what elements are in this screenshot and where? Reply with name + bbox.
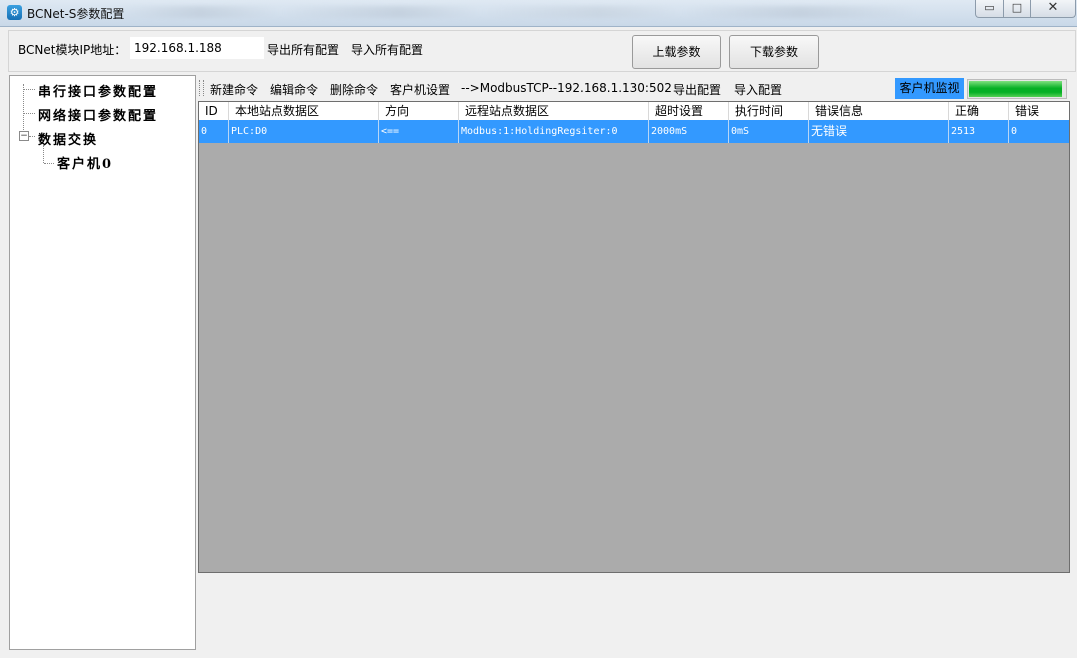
maximize-button[interactable]: □ bbox=[1003, 0, 1031, 18]
edit-command-button[interactable]: 编辑命令 bbox=[270, 81, 318, 98]
tree-connector bbox=[24, 89, 35, 90]
cell-remote-area: Modbus:1:HoldingRegsiter:0 bbox=[459, 120, 649, 143]
new-command-button[interactable]: 新建命令 bbox=[210, 81, 258, 98]
cell-id: 0 bbox=[199, 120, 229, 143]
close-button[interactable]: ✕ bbox=[1030, 0, 1076, 18]
tree-item-data-exchange[interactable]: 数据交换 bbox=[38, 129, 98, 148]
column-header-timeout[interactable]: 超时设置 bbox=[649, 102, 729, 120]
column-header-local-area[interactable]: 本地站点数据区 bbox=[229, 102, 379, 120]
import-all-link[interactable]: 导入所有配置 bbox=[351, 41, 423, 58]
tree-item-client-0[interactable]: 客户机0 bbox=[57, 153, 113, 172]
client-monitor-button[interactable]: 客户机监视 bbox=[895, 78, 964, 99]
connection-info: -->ModbusTCP--192.168.1.130:502 bbox=[461, 81, 672, 95]
export-config-button[interactable]: 导出配置 bbox=[673, 81, 721, 98]
app-icon: ⚙ bbox=[7, 5, 22, 20]
column-header-error[interactable]: 错误 bbox=[1009, 102, 1069, 120]
collapse-icon[interactable]: − bbox=[19, 131, 29, 141]
cell-exec-time: 0mS bbox=[729, 120, 809, 143]
tree-item-serial-config[interactable]: 串行接口参数配置 bbox=[38, 81, 158, 100]
tree-item-network-config[interactable]: 网络接口参数配置 bbox=[38, 105, 158, 124]
cell-error: 0 bbox=[1011, 126, 1018, 137]
blurred-background-text bbox=[120, 6, 920, 18]
export-all-link[interactable]: 导出所有配置 bbox=[267, 41, 339, 58]
client-settings-button[interactable]: 客户机设置 bbox=[390, 81, 450, 98]
upload-params-button[interactable]: 上载参数 bbox=[632, 35, 721, 69]
tree-connector bbox=[24, 113, 35, 114]
delete-command-button[interactable]: 删除命令 bbox=[330, 81, 378, 98]
column-header-id[interactable]: ID bbox=[199, 102, 229, 120]
tree-connector bbox=[29, 136, 35, 137]
cell-direction: <== bbox=[379, 120, 459, 143]
cell-local-area: PLC:D0 bbox=[229, 120, 379, 143]
toolbar-grip bbox=[199, 80, 204, 96]
column-header-exec-time[interactable]: 执行时间 bbox=[729, 102, 809, 120]
ip-input[interactable] bbox=[130, 37, 264, 59]
window-title: BCNet-S参数配置 bbox=[27, 7, 125, 21]
minimize-button[interactable]: ▭ bbox=[975, 0, 1004, 18]
column-header-direction[interactable]: 方向 bbox=[379, 102, 459, 120]
column-header-remote-area[interactable]: 远程站点数据区 bbox=[459, 102, 649, 120]
tree-connector bbox=[44, 163, 54, 164]
column-header-correct[interactable]: 正确 bbox=[949, 102, 1009, 120]
cell-correct: 2513 bbox=[949, 120, 1009, 143]
ip-label: BCNet模块IP地址： bbox=[18, 43, 127, 57]
command-grid bbox=[198, 101, 1070, 573]
column-header-error-info[interactable]: 错误信息 bbox=[809, 102, 949, 120]
monitor-progress-fill bbox=[969, 81, 1062, 97]
cell-error-info: 无错误 bbox=[809, 120, 949, 143]
cell-timeout: 2000mS bbox=[649, 120, 729, 143]
download-params-button[interactable]: 下载参数 bbox=[729, 35, 819, 69]
import-config-button[interactable]: 导入配置 bbox=[734, 81, 782, 98]
